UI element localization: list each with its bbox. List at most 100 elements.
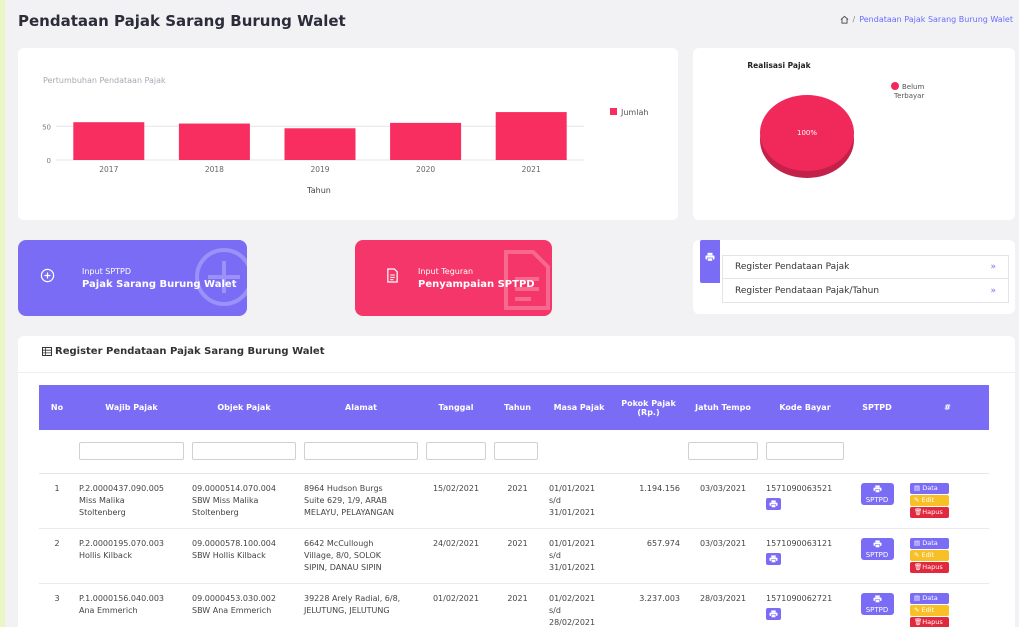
data-button-label: Data (922, 593, 938, 602)
table-title-text: Register Pendataan Pajak Sarang Burung W… (55, 346, 325, 357)
data-button[interactable]: ▤ Data (910, 592, 949, 604)
filter-kode-bayar-input[interactable] (766, 442, 844, 461)
document-icon (387, 268, 398, 283)
printer-icon (873, 539, 881, 548)
col-wajib-pajak[interactable]: Wajib Pajak (75, 385, 188, 430)
col-masa-pajak[interactable]: Masa Pajak (545, 385, 613, 430)
cell-masa-pajak: s/d (549, 495, 561, 505)
print-kode-bayar-button[interactable] (766, 497, 781, 510)
sptpd-print-button[interactable]: SPTPD (860, 592, 894, 615)
delete-button[interactable]: 🗑Hapus (910, 616, 949, 627)
cell-tahun: 2021 (507, 593, 528, 603)
filter-wajib-pajak-input[interactable] (79, 442, 184, 461)
col-no[interactable]: No (39, 385, 75, 430)
x-tick-label: 2018 (205, 165, 224, 174)
delete-button[interactable]: 🗑Hapus (910, 506, 949, 518)
legend-label: Jumlah (620, 108, 648, 117)
edit-button-label: Edit (921, 550, 935, 559)
cell-masa-pajak: 31/01/2021 (549, 562, 596, 572)
filter-jatuh-tempo-input[interactable] (688, 442, 758, 461)
data-button[interactable]: ▤ Data (910, 482, 949, 494)
cell-wajib-pajak: Stoltenberg (79, 507, 126, 517)
growth-bar-chart: Pertumbuhan Pendataan Pajak 2017 2018 2019… (42, 76, 648, 195)
y-tick-label: 50 (42, 123, 51, 131)
print-kode-bayar-button[interactable] (766, 607, 781, 620)
edit-button-label: Edit (921, 495, 935, 504)
divider (18, 372, 1015, 373)
pie-title: Realisasi Pajak (747, 61, 811, 70)
cell-tanggal: 24/02/2021 (432, 538, 480, 548)
cell-kode-bayar: 1571090063521 (766, 483, 833, 493)
sptpd-print-button[interactable]: SPTPD (860, 537, 894, 560)
bar-2018[interactable] (178, 123, 250, 160)
sptpd-print-button[interactable]: SPTPD (860, 482, 894, 505)
data-button-label: Data (922, 483, 938, 492)
left-accent-strip (0, 0, 5, 627)
cell-alamat: 39228 Arely Radial, 6/8, (304, 593, 401, 603)
printer-icon (769, 554, 778, 563)
data-button-label: Data (922, 538, 938, 547)
cell-alamat: Suite 629, 1/9, ARAB (304, 495, 387, 505)
cell-alamat: 6642 McCullough (304, 538, 374, 548)
filter-objek-pajak-input[interactable] (192, 442, 296, 461)
col-kode-bayar[interactable]: Kode Bayar (762, 385, 848, 430)
y-tick-label: 0 (47, 157, 51, 165)
sptpd-button-label: SPTPD (865, 550, 889, 559)
input-teguran-button[interactable]: Input Teguran Penyampaian SPTPD (355, 240, 552, 316)
plus-circle-icon (40, 268, 55, 283)
cell-kode-bayar: 1571090063121 (766, 538, 833, 548)
register-links-card: Register Pendataan Pajak » Register Pend… (693, 240, 1015, 314)
edit-button[interactable]: ✎ Edit (910, 494, 949, 506)
print-icon-tab (700, 240, 720, 283)
pie-legend-swatch (891, 82, 899, 90)
col-actions[interactable]: # (906, 385, 989, 430)
cell-alamat: MELAYU, PELAYANGAN (304, 507, 395, 517)
bar-2019[interactable] (284, 128, 356, 160)
table-title: Register Pendataan Pajak Sarang Burung W… (42, 346, 324, 357)
page-title: Pendataan Pajak Sarang Burung Walet (18, 12, 346, 30)
register-link-pendataan[interactable]: Register Pendataan Pajak » (722, 255, 1009, 279)
data-button[interactable]: ▤ Data (910, 537, 949, 549)
input-sptpd-button[interactable]: Input SPTPD Pajak Sarang Burung Walet (18, 240, 247, 316)
growth-chart-card: Pertumbuhan Pendataan Pajak 2017 2018 2019… (18, 48, 678, 220)
register-link-pendataan-tahun[interactable]: Register Pendataan Pajak/Tahun » (722, 279, 1009, 303)
cell-tahun: 2021 (507, 538, 528, 548)
cell-no: 3 (54, 593, 60, 603)
cell-wajib-pajak: P.2.0000195.070.003 (79, 538, 165, 548)
print-kode-bayar-button[interactable] (766, 552, 781, 565)
col-objek-pajak[interactable]: Objek Pajak (188, 385, 300, 430)
cell-masa-pajak: 31/01/2021 (549, 507, 596, 517)
register-table-card: Register Pendataan Pajak Sarang Burung W… (18, 336, 1015, 627)
cell-masa-pajak: 28/02/2021 (549, 617, 596, 627)
plus-circle-bg-icon (195, 248, 247, 306)
filter-alamat-input[interactable] (304, 442, 418, 461)
register-link-label: Register Pendataan Pajak/Tahun (735, 285, 880, 296)
col-pokok-pajak[interactable]: Pokok Pajak (Rp.) (613, 385, 684, 430)
breadcrumb-separator: / (852, 15, 856, 24)
filter-tanggal-input[interactable] (426, 442, 486, 461)
cell-tanggal: 01/02/2021 (432, 593, 480, 603)
page-header: Pendataan Pajak Sarang Burung Walet / Pe… (18, 10, 1013, 34)
edit-button[interactable]: ✎ Edit (910, 604, 949, 616)
home-icon[interactable] (840, 15, 849, 24)
bar-2020[interactable] (390, 122, 462, 160)
pie-slice-label: 100% (797, 129, 817, 137)
delete-button[interactable]: 🗑Hapus (910, 561, 949, 573)
col-sptpd[interactable]: SPTPD (848, 385, 906, 430)
col-tanggal[interactable]: Tanggal (422, 385, 490, 430)
x-axis-label: Tahun (306, 186, 331, 195)
cell-masa-pajak: s/d (549, 605, 561, 615)
cell-objek-pajak: SBW Ana Emmerich (192, 605, 272, 615)
printer-icon (769, 499, 778, 508)
chart-title: Pertumbuhan Pendataan Pajak (43, 76, 166, 85)
edit-button[interactable]: ✎ Edit (910, 549, 949, 561)
col-alamat[interactable]: Alamat (300, 385, 422, 430)
col-jatuh-tempo[interactable]: Jatuh Tempo (684, 385, 762, 430)
breadcrumb-current[interactable]: Pendataan Pajak Sarang Burung Walet (859, 15, 1013, 24)
delete-button-label: Hapus (922, 562, 943, 571)
cell-jatuh-tempo: 28/03/2021 (699, 593, 747, 603)
bar-2017[interactable] (73, 122, 145, 160)
filter-tahun-input[interactable] (494, 442, 538, 461)
col-tahun[interactable]: Tahun (490, 385, 545, 430)
bar-2021[interactable] (495, 112, 567, 160)
